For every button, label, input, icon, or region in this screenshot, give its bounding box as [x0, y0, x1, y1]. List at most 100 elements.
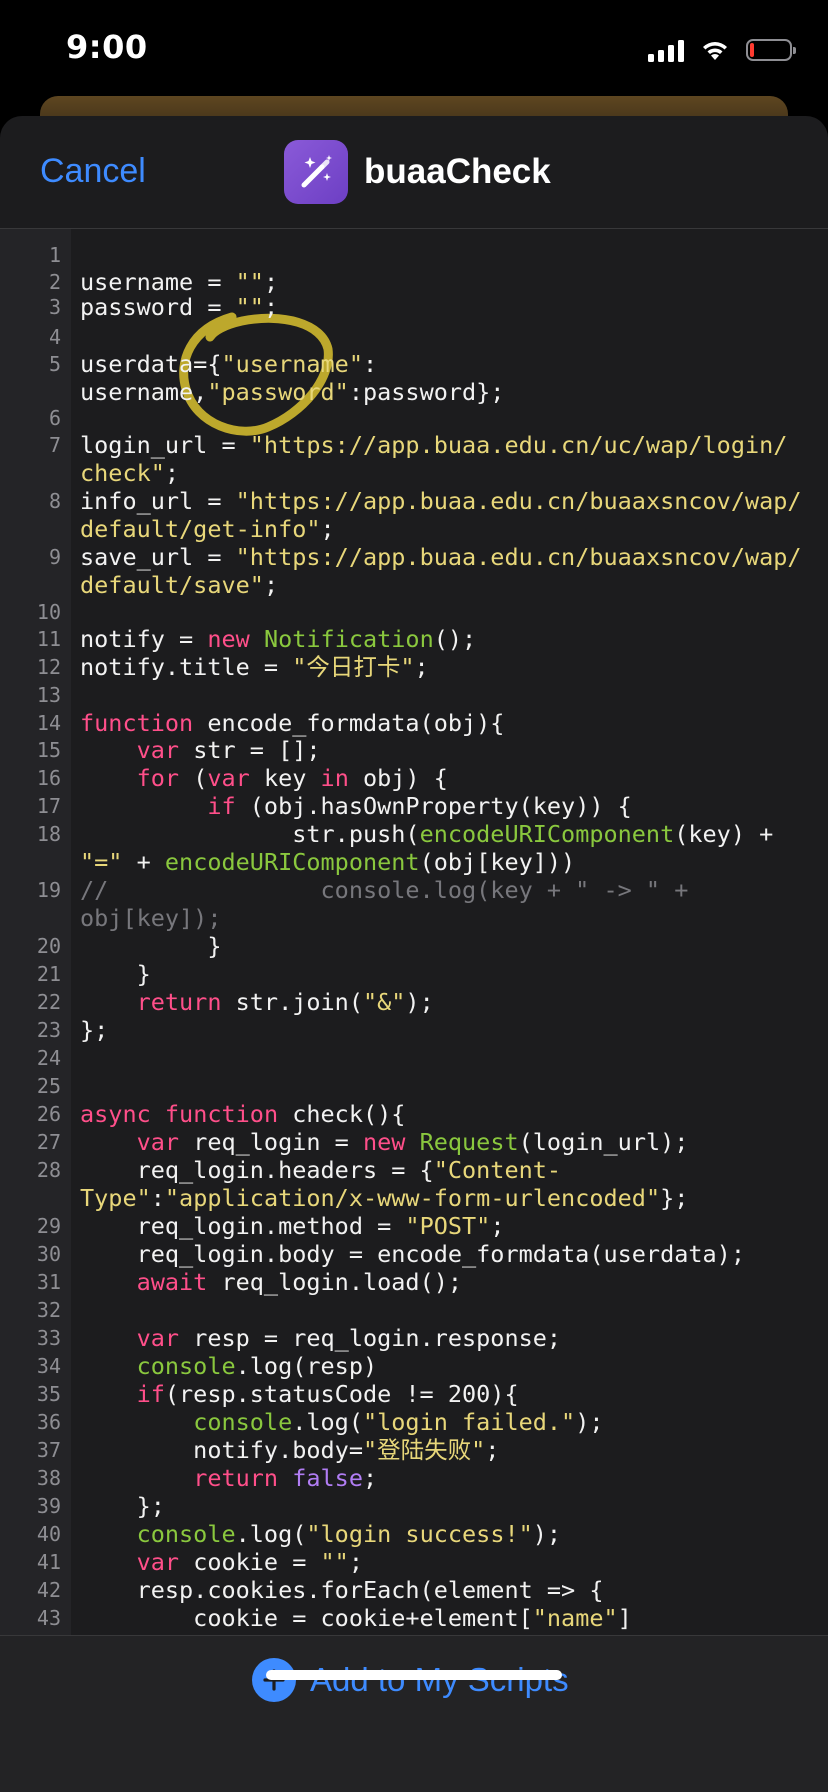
home-indicator [266, 1670, 562, 1680]
code-token: var [136, 1128, 180, 1156]
nav-bar: Cancel buaaCheck [0, 116, 828, 229]
status-bar: 9:00 [0, 0, 828, 100]
wifi-icon [703, 42, 727, 60]
line-number: 9 [48, 545, 61, 569]
code-text: var req_login = new Request(login_url); [80, 1128, 689, 1156]
code-text: console.log(resp) [80, 1352, 378, 1380]
status-icons [648, 36, 796, 64]
line-number: 2 [48, 270, 61, 294]
line-number: 37 [36, 1438, 61, 1462]
code-token: "login success!" [306, 1520, 533, 1548]
code-token: "" [320, 1548, 349, 1576]
code-text: str.push(encodeURIComponent(key) + [80, 820, 773, 848]
code-token: ] [617, 1604, 632, 1632]
code-line: 37 notify.body="登陆失败"; [0, 1436, 828, 1464]
code-line: default/get-info"; [0, 515, 828, 543]
add-to-my-scripts-label: Add to My Scripts [310, 1661, 569, 1699]
code-text: save_url = "https://app.buaa.edu.cn/buaa… [80, 543, 802, 571]
line-number: 13 [36, 683, 61, 707]
code-text: var str = []; [80, 736, 321, 764]
add-to-my-scripts-button[interactable]: Add to My Scripts [252, 1658, 569, 1702]
line-number: 29 [36, 1214, 61, 1238]
code-line: 13 [0, 681, 828, 709]
code-token: (obj[key])) [419, 848, 576, 876]
code-token: new [207, 625, 250, 653]
code-text: notify.title = "今日打卡"; [80, 653, 429, 681]
code-text: default/save"; [80, 571, 278, 599]
code-text: "=" + encodeURIComponent(obj[key])) [80, 848, 575, 876]
line-number: 16 [36, 766, 61, 790]
code-line: "=" + encodeURIComponent(obj[key])) [0, 848, 828, 876]
line-number: 8 [48, 489, 61, 513]
code-token: } [80, 932, 222, 960]
code-line: 22 return str.join("&"); [0, 988, 828, 1016]
code-token: ); [575, 1408, 604, 1436]
code-token: notify.body= [80, 1436, 363, 1464]
code-editor[interactable]: 1 2 username = ""; 3 password = ""; 4 5 userdat… [0, 229, 828, 1635]
code-line: 4 [0, 323, 828, 351]
code-token: save_url = [80, 543, 236, 571]
code-line: 8 info_url = "https://app.buaa.edu.cn/bua… [0, 487, 828, 515]
code-line: 36 console.log("login failed."); [0, 1408, 828, 1436]
line-number: 21 [36, 962, 61, 986]
code-text: console.log("login failed."); [80, 1408, 604, 1436]
code-text: req_login.headers = {"Content- [80, 1156, 561, 1184]
code-token: var [136, 736, 180, 764]
code-text: Type":"application/x-www-form-urlencoded… [80, 1184, 688, 1212]
code-text: cookie = cookie+element["name"] [80, 1604, 632, 1632]
code-line: 17 if (obj.hasOwnProperty(key)) { [0, 792, 828, 820]
code-text: resp.cookies.forEach(element => { [80, 1576, 604, 1604]
code-text: check"; [80, 459, 179, 487]
code-token: check(){ [278, 1100, 406, 1128]
line-number: 26 [36, 1102, 61, 1126]
code-line: 16 for (var key in obj) { [0, 764, 828, 792]
line-number: 32 [36, 1298, 61, 1322]
cancel-button[interactable]: Cancel [40, 152, 146, 191]
code-line: 1 [0, 241, 828, 269]
code-line: obj[key]); [0, 904, 828, 932]
code-token: "application/x-www-form-urlencoded" [164, 1184, 661, 1212]
code-token: ; [362, 1464, 378, 1492]
code-token: check" [80, 459, 165, 487]
code-token: str.join( [221, 988, 363, 1016]
code-token: false [292, 1464, 363, 1492]
code-token: obj[key]); [80, 904, 222, 932]
line-number: 22 [36, 990, 61, 1014]
line-number: 7 [48, 433, 61, 457]
code-token: Request [419, 1128, 519, 1156]
code-line: 24 [0, 1044, 828, 1072]
code-text: notify.body="登陆失败"; [80, 1436, 499, 1464]
code-token: password = [80, 293, 236, 321]
code-line: 27 var req_login = new Request(login_url… [0, 1128, 828, 1156]
code-token: (login_url); [518, 1128, 689, 1156]
code-line: 20 } [0, 932, 828, 960]
line-number: 38 [36, 1466, 61, 1490]
line-number: 24 [36, 1046, 61, 1070]
code-token: "name" [532, 1604, 618, 1632]
line-number: 3 [48, 295, 61, 319]
code-token: "https://app.buaa.edu.cn/buaaxsncov/wap/ [235, 543, 802, 571]
line-number: 34 [36, 1354, 61, 1378]
code-token: ; [164, 459, 180, 487]
code-token: function [80, 709, 194, 737]
code-token: "password" [207, 378, 349, 406]
code-line: 7 login_url = "https://app.buaa.edu.cn/uc… [0, 431, 828, 459]
line-number: 11 [36, 627, 61, 651]
code-token: var [136, 1548, 180, 1576]
code-text: notify = new Notification(); [80, 625, 476, 653]
code-token: } [80, 960, 151, 988]
code-line: 40 console.log("login success!"); [0, 1520, 828, 1548]
code-token: cookie = cookie+element[ [80, 1604, 533, 1632]
code-token: for [136, 764, 180, 792]
battery-level [750, 43, 754, 57]
code-token: str.push( [80, 820, 420, 848]
